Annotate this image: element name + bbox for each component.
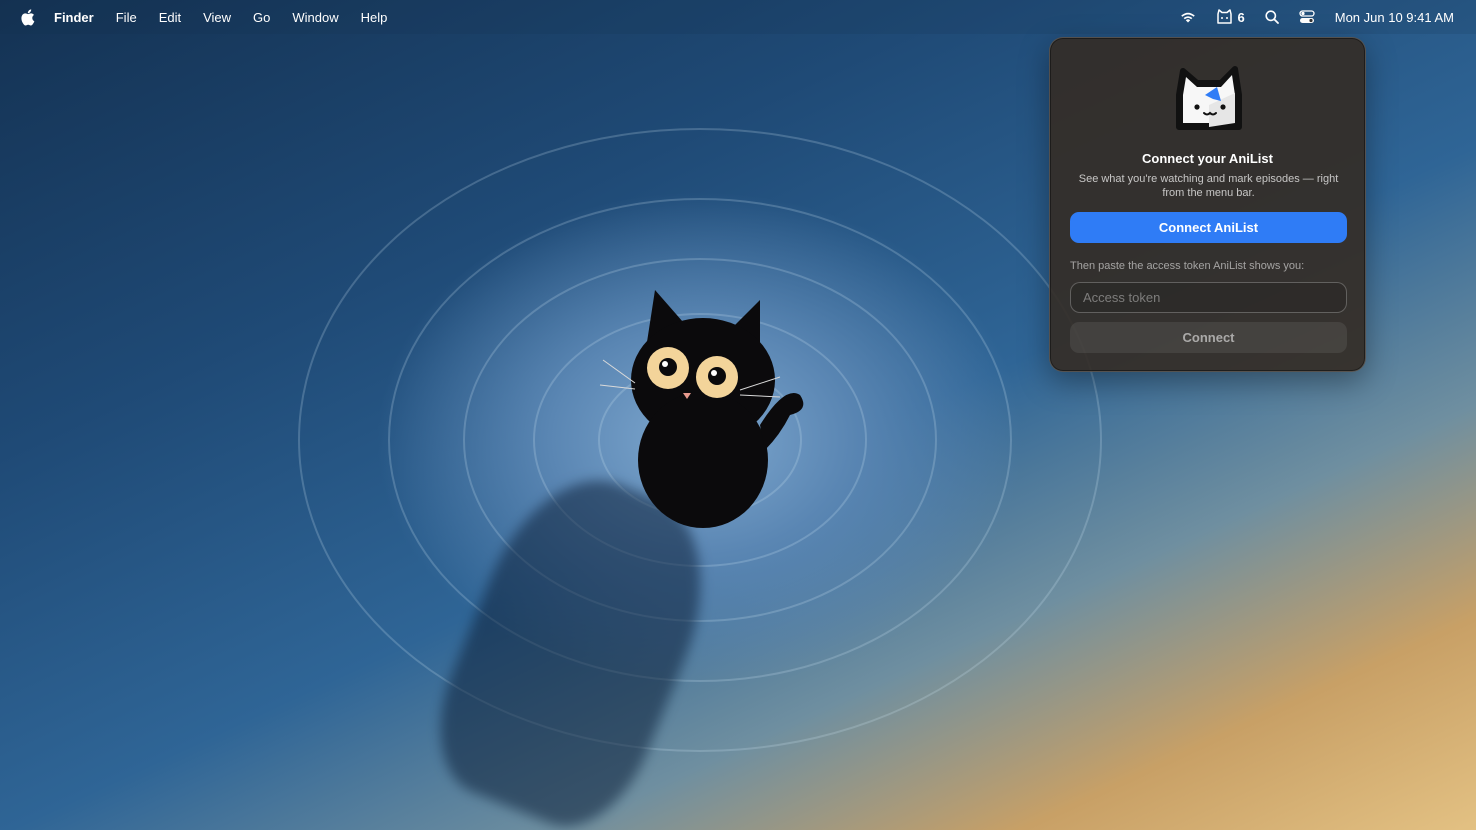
menu-file[interactable]: File	[116, 10, 137, 25]
menu-view[interactable]: View	[203, 10, 231, 25]
anilist-count: 6	[1237, 9, 1245, 25]
popover-title: Connect your AniList	[1142, 151, 1273, 166]
menu-window[interactable]: Window	[292, 10, 338, 25]
anilist-menu-extra[interactable]: 6	[1216, 9, 1245, 25]
access-token-input[interactable]	[1070, 282, 1347, 313]
menu-bar: Finder File Edit View Go Window Help 6 M…	[0, 0, 1476, 34]
menu-app-name[interactable]: Finder	[54, 10, 94, 25]
anilist-cat-icon	[1216, 9, 1232, 24]
menu-bar-clock[interactable]: Mon Jun 10 9:41 AM	[1335, 10, 1454, 25]
connect-anilist-button[interactable]: Connect AniList	[1070, 212, 1347, 243]
popover-subtitle: See what you're watching and mark episod…	[1078, 173, 1339, 199]
anilist-connect-popover: Connect your AniList See what you're wat…	[1049, 37, 1366, 372]
control-center-icon[interactable]	[1299, 10, 1315, 24]
black-cat-illustration	[599, 290, 804, 528]
menu-go[interactable]: Go	[253, 10, 270, 25]
anilist-cat-logo-icon	[1176, 66, 1242, 130]
menu-help[interactable]: Help	[361, 10, 388, 25]
wifi-icon[interactable]	[1180, 11, 1196, 23]
menu-edit[interactable]: Edit	[159, 10, 181, 25]
token-hint-text: Then paste the access token AniList show…	[1070, 260, 1305, 272]
menu-bar-status-area: 6 Mon Jun 10 9:41 AM	[1160, 0, 1454, 34]
connect-button[interactable]: Connect	[1070, 322, 1347, 353]
search-icon[interactable]	[1265, 10, 1279, 24]
apple-menu-icon[interactable]	[18, 8, 36, 26]
